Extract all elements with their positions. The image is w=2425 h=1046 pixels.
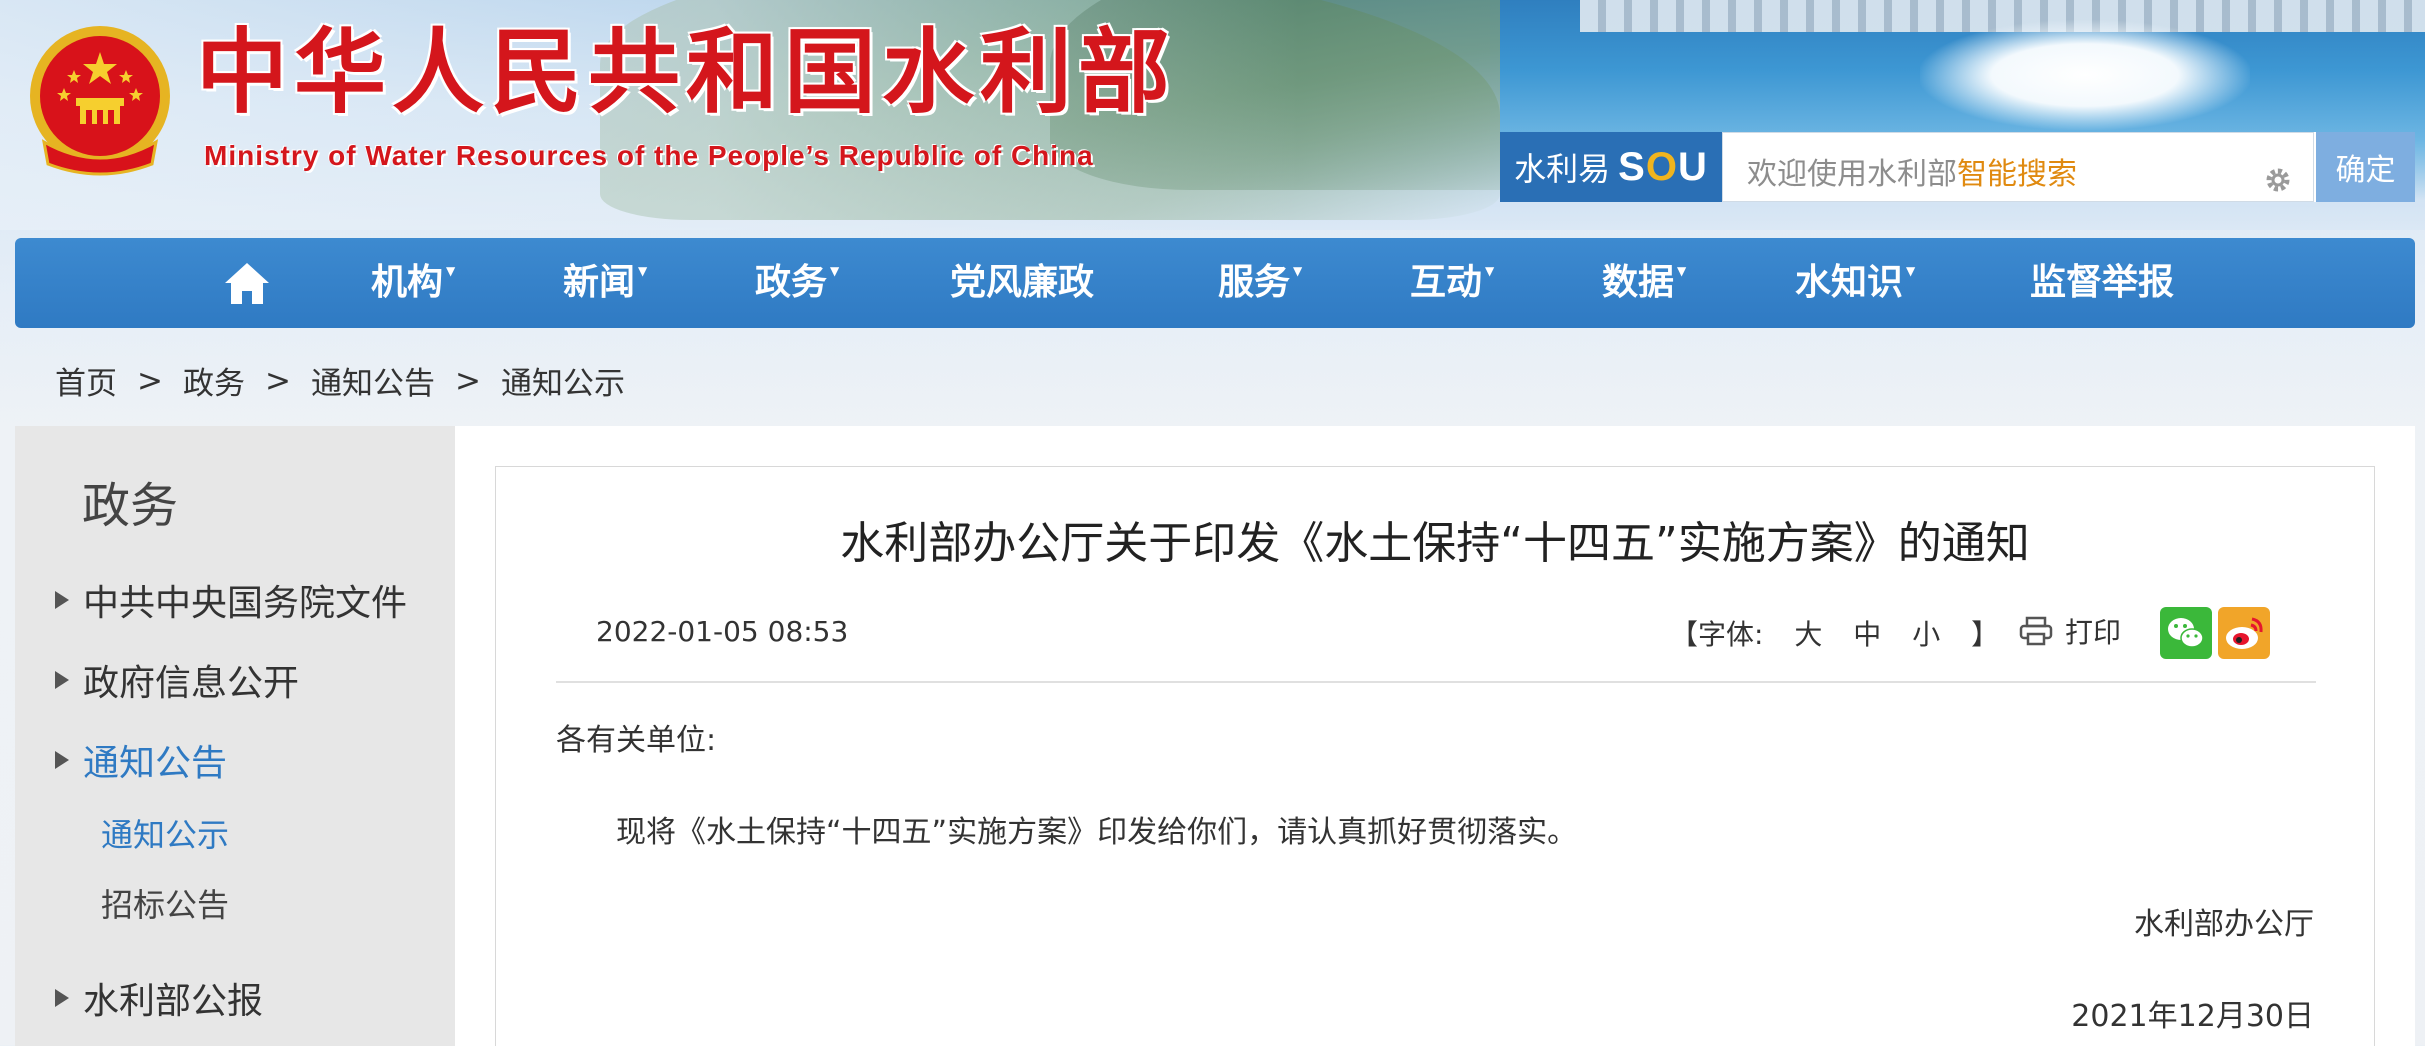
home-icon[interactable] <box>222 260 272 306</box>
search-logo-sou: SOU <box>1618 144 1708 189</box>
font-size-label: 【字体: <box>1670 618 1764 651</box>
font-size-small-button[interactable]: 小 <box>1912 618 1940 651</box>
breadcrumb-announcements[interactable]: 通知公示 <box>501 358 625 403</box>
site-title-cn[interactable]: 中华人民共和国水利部 <box>196 26 1176 118</box>
nav-item-label: 水知识 <box>1795 262 1904 303</box>
nav-item-water-knowledge[interactable]: 水知识 ▼ <box>1795 238 1915 328</box>
breadcrumb-separator: > <box>264 362 291 399</box>
nav-item-party-integrity[interactable]: 党风廉政 <box>950 238 1094 328</box>
nav-item-supervision-report[interactable]: 监督举报 <box>2030 238 2174 328</box>
weibo-share-button[interactable] <box>2218 607 2270 659</box>
breadcrumb-government-affairs[interactable]: 政务 <box>183 358 245 403</box>
nav-item-interaction[interactable]: 互动 ▼ <box>1410 238 1494 328</box>
sidebar-subitem-tenders[interactable]: 招标公告 <box>101 880 229 926</box>
article-divider <box>556 681 2316 683</box>
triangle-right-icon <box>55 751 69 769</box>
font-size-label-close: 】 <box>1971 618 2000 651</box>
dropdown-caret-icon: ▼ <box>1485 264 1495 278</box>
sidebar-item-label: 水利部公报 <box>83 981 264 1022</box>
wechat-share-button[interactable] <box>2160 607 2212 659</box>
gear-icon[interactable] <box>2263 165 2293 195</box>
dropdown-caret-icon: ▼ <box>830 264 840 278</box>
nav-item-data[interactable]: 数据 ▼ <box>1602 238 1686 328</box>
sidebar-item-info-disclosure[interactable]: 政府信息公开 <box>55 654 299 706</box>
dropdown-caret-icon: ▼ <box>1677 264 1687 278</box>
nav-item-news[interactable]: 新闻 ▼ <box>563 238 647 328</box>
search-bar: 水利易 SOU 欢迎使用水利部智能搜索 确定 <box>1500 132 2415 202</box>
breadcrumb: 首页 > 政务 > 通知公告 > 通知公示 <box>55 358 625 403</box>
wechat-icon <box>2168 618 2204 648</box>
article-greeting: 各有关单位: <box>556 723 717 758</box>
sidebar-subitem-announcements[interactable]: 通知公示 <box>101 810 229 856</box>
dropdown-caret-icon: ▼ <box>446 264 456 278</box>
nav-item-services[interactable]: 服务 ▼ <box>1218 238 1302 328</box>
nav-item-label: 互动 <box>1410 262 1483 303</box>
article: 水利部办公厅关于印发《水土保持“十四五”实施方案》的通知 2022-01-05 … <box>495 466 2375 1046</box>
nav-item-label: 新闻 <box>563 262 636 303</box>
sidebar-item-notices[interactable]: 通知公告 <box>55 734 227 786</box>
triangle-right-icon <box>55 591 69 609</box>
dropdown-caret-icon: ▼ <box>1906 264 1916 278</box>
article-title: 水利部办公厅关于印发《水土保持“十四五”实施方案》的通知 <box>840 518 2030 569</box>
breadcrumb-notices[interactable]: 通知公告 <box>311 358 435 403</box>
nav-item-label: 机构 <box>371 262 444 303</box>
nav-item-label: 数据 <box>1602 262 1675 303</box>
breadcrumb-separator: > <box>454 362 481 399</box>
printer-icon <box>2019 616 2053 646</box>
search-input[interactable] <box>1723 133 2313 201</box>
breadcrumb-separator: > <box>137 362 163 399</box>
breadcrumb-home[interactable]: 首页 <box>55 358 117 403</box>
print-label: 打印 <box>2065 616 2122 649</box>
nav-item-label: 服务 <box>1218 262 1291 303</box>
weibo-icon <box>2226 617 2263 649</box>
search-logo-prefix: 水利易 <box>1514 151 1611 187</box>
dropdown-caret-icon: ▼ <box>1293 264 1303 278</box>
font-size-control: 【字体: 大 中 小 】 <box>1670 613 2021 653</box>
nav-item-label: 政务 <box>755 262 828 303</box>
sidebar-item-label: 政府信息公开 <box>83 663 300 704</box>
article-datetime: 2022-01-05 08:53 <box>596 615 849 648</box>
sidebar-item-central-documents[interactable]: 中共中央国务院文件 <box>55 574 407 626</box>
triangle-right-icon <box>55 989 69 1007</box>
print-button[interactable]: 打印 <box>2019 611 2121 651</box>
search-submit-button[interactable]: 确定 <box>2314 132 2415 202</box>
font-size-large-button[interactable]: 大 <box>1794 618 1822 651</box>
nav-item-label: 党风廉政 <box>950 262 1095 303</box>
main-nav: 机构 ▼ 新闻 ▼ 政务 ▼ 党风廉政 服务 ▼ 互动 ▼ 数据 ▼ 水知识 ▼ 监督举报 <box>15 238 2415 328</box>
article-signature: 水利部办公厅 <box>2134 907 2314 942</box>
sidebar-title: 政务 <box>82 478 179 534</box>
search-logo[interactable]: 水利易 SOU <box>1500 132 1722 202</box>
nav-item-government-affairs[interactable]: 政务 ▼ <box>755 238 839 328</box>
national-emblem-icon[interactable] <box>24 24 176 182</box>
banner-spillway <box>1920 20 2250 130</box>
sidebar-item-label: 通知公告 <box>83 743 228 784</box>
site-title-en: Ministry of Water Resources of the Peopl… <box>204 140 1094 171</box>
article-body: 现将《水土保持“十四五”实施方案》印发给你们，请认真抓好贯彻落实。 <box>616 815 1578 850</box>
article-sign-date: 2021年12月30日 <box>2071 999 2314 1034</box>
font-size-medium-button[interactable]: 中 <box>1853 618 1881 651</box>
sidebar-item-bulletin[interactable]: 水利部公报 <box>55 972 263 1024</box>
dropdown-caret-icon: ▼ <box>638 264 648 278</box>
triangle-right-icon <box>55 671 69 689</box>
nav-item-label: 监督举报 <box>2030 262 2175 303</box>
sidebar: 政务 中共中央国务院文件 政府信息公开 通知公告 通知公示 招标公告 水利部公报 <box>15 426 455 1046</box>
nav-item-organization[interactable]: 机构 ▼ <box>371 238 455 328</box>
search-input-wrap: 欢迎使用水利部智能搜索 <box>1722 132 2314 202</box>
sidebar-item-label: 中共中央国务院文件 <box>83 583 408 624</box>
